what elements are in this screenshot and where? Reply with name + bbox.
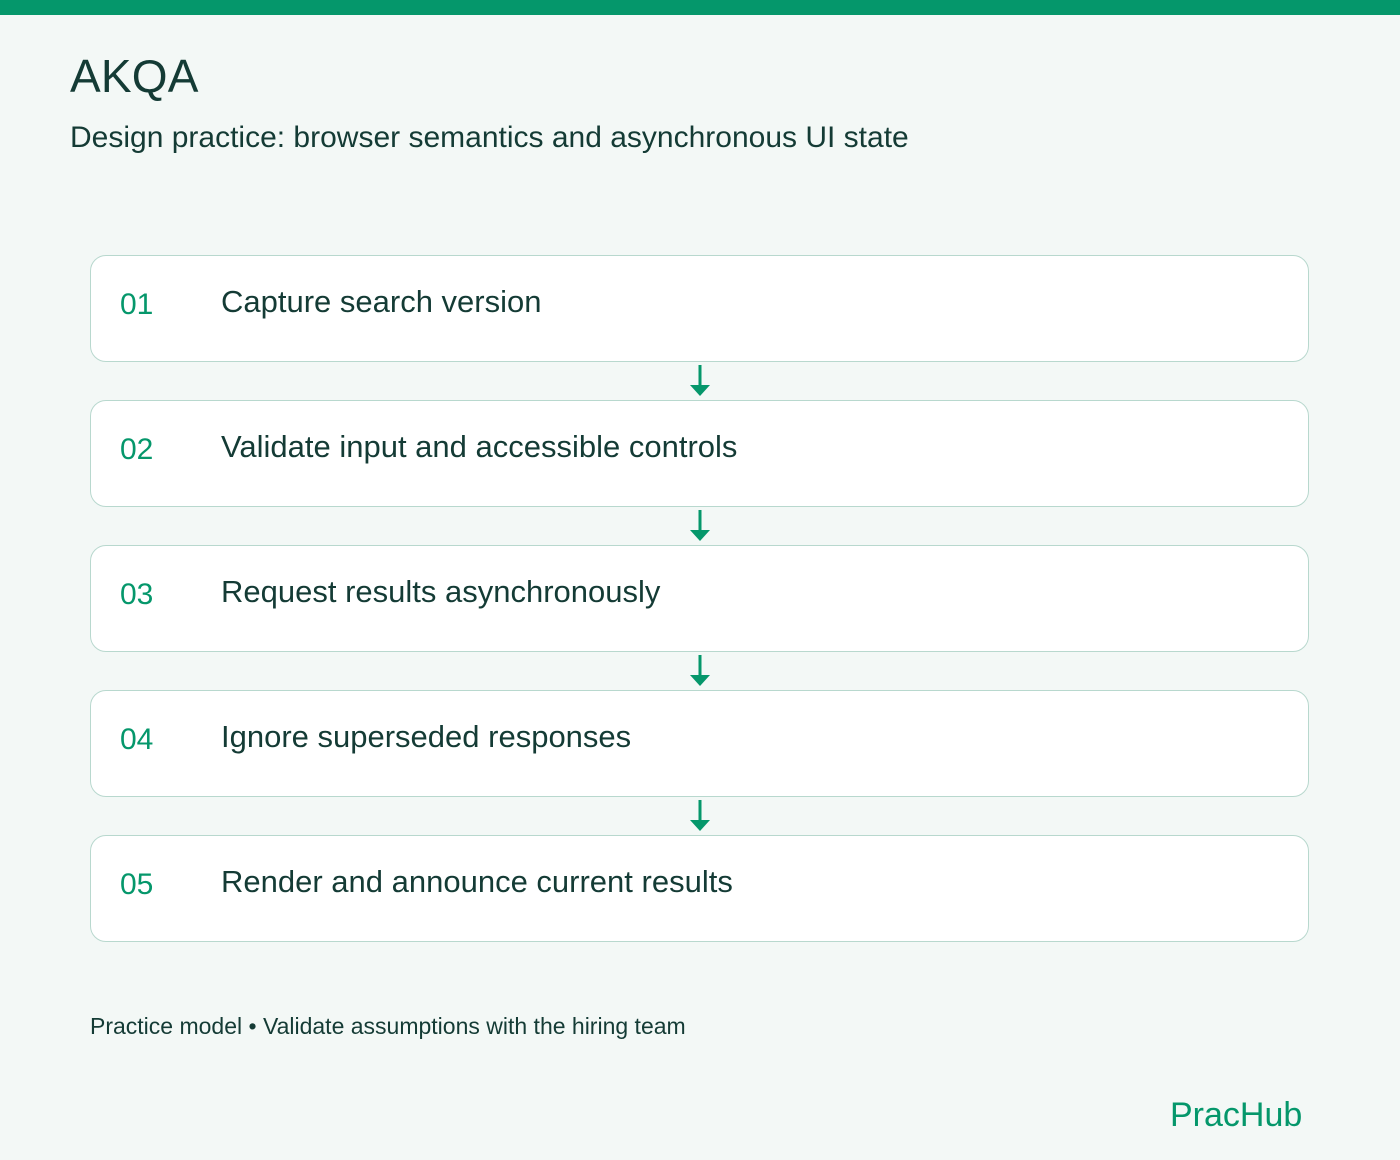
step-label: Render and announce current results (221, 864, 733, 899)
footer-note: Practice model • Validate assumptions wi… (90, 1013, 686, 1039)
step-card-3: 03 Request results asynchronously (90, 545, 1309, 652)
top-accent-bar (0, 0, 1400, 15)
step-card-4: 04 Ignore superseded responses (90, 690, 1309, 797)
brand-logo-text: PracHub (1170, 1096, 1303, 1134)
step-number: 02 (120, 433, 154, 466)
step-number: 03 (120, 578, 154, 611)
step-label: Request results asynchronously (221, 574, 661, 609)
process-flow: 01 Capture search version 02 Validate in… (90, 255, 1311, 944)
step-label: Validate input and accessible controls (221, 429, 738, 464)
step-card-2: 02 Validate input and accessible control… (90, 400, 1309, 507)
step-label: Ignore superseded responses (221, 719, 632, 754)
step-label: Capture search version (221, 284, 542, 319)
step-card-5: 05 Render and announce current results (90, 835, 1309, 942)
down-arrow-icon (690, 800, 710, 831)
down-arrow-icon (690, 365, 710, 396)
step-number: 01 (120, 288, 154, 321)
down-arrow-icon (690, 510, 710, 541)
step-number: 04 (120, 723, 154, 756)
page-subtitle: Design practice: browser semantics and a… (70, 121, 909, 154)
step-number: 05 (120, 868, 154, 901)
step-card-1: 01 Capture search version (90, 255, 1309, 362)
company-title: AKQA (70, 50, 199, 102)
down-arrow-icon (690, 655, 710, 686)
